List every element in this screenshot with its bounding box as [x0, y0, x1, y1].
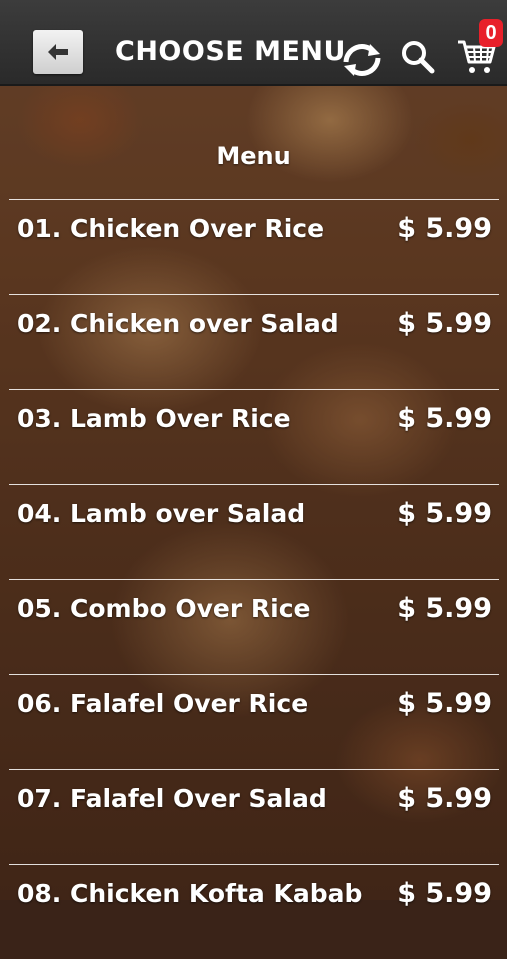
menu-list: 01. Chicken Over Rice $ 5.99 02. Chicken…	[9, 199, 499, 959]
back-button[interactable]	[33, 30, 83, 74]
menu-item-name: 02. Chicken over Salad	[17, 309, 339, 338]
menu-item[interactable]: 03. Lamb Over Rice $ 5.99	[9, 389, 499, 484]
menu-item[interactable]: 07. Falafel Over Salad $ 5.99	[9, 769, 499, 864]
menu-item-name: 05. Combo Over Rice	[17, 594, 311, 623]
menu-item-price: $ 5.99	[397, 498, 492, 529]
menu-item-price: $ 5.99	[397, 403, 492, 434]
page-title: CHOOSE MENU	[115, 36, 346, 67]
menu-item-price: $ 5.99	[397, 593, 492, 624]
back-arrow-icon	[48, 44, 68, 60]
app-header: CHOOSE MENU 0	[0, 0, 507, 86]
menu-item-name: 06. Falafel Over Rice	[17, 689, 309, 718]
menu-item[interactable]: 01. Chicken Over Rice $ 5.99	[9, 199, 499, 294]
refresh-icon[interactable]	[340, 40, 384, 80]
menu-heading: Menu	[216, 142, 291, 170]
menu-item-price: $ 5.99	[397, 783, 492, 814]
menu-item-price: $ 5.99	[397, 878, 492, 909]
menu-item[interactable]: 08. Chicken Kofta Kabab $ 5.99	[9, 864, 499, 959]
menu-item-name: 04. Lamb over Salad	[17, 499, 306, 528]
search-icon[interactable]	[401, 40, 435, 74]
menu-item[interactable]: 06. Falafel Over Rice $ 5.99	[9, 674, 499, 769]
menu-item-price: $ 5.99	[397, 308, 492, 339]
menu-item[interactable]: 04. Lamb over Salad $ 5.99	[9, 484, 499, 579]
menu-item-name: 08. Chicken Kofta Kabab	[17, 879, 363, 908]
menu-item-price: $ 5.99	[397, 213, 492, 244]
menu-item[interactable]: 02. Chicken over Salad $ 5.99	[9, 294, 499, 389]
menu-item[interactable]: 05. Combo Over Rice $ 5.99	[9, 579, 499, 674]
menu-item-name: 01. Chicken Over Rice	[17, 214, 325, 243]
menu-item-name: 07. Falafel Over Salad	[17, 784, 327, 813]
menu-item-name: 03. Lamb Over Rice	[17, 404, 291, 433]
menu-item-price: $ 5.99	[397, 688, 492, 719]
cart-count-badge: 0	[479, 19, 503, 47]
